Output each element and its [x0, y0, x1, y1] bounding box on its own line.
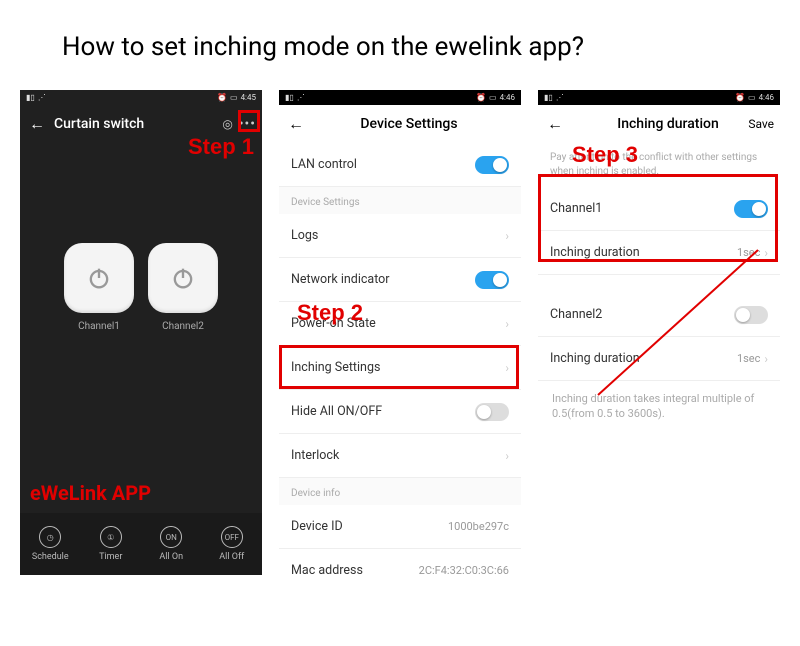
clock-text: 4:46: [759, 93, 774, 102]
row-duration1[interactable]: Inching duration 1sec ›: [538, 231, 780, 275]
row-logs[interactable]: Logs ›: [279, 214, 521, 258]
power-icon: [85, 264, 113, 292]
battery-icon: ▭: [230, 93, 238, 102]
save-button[interactable]: Save: [748, 117, 774, 131]
wifi-icon: ⋰: [556, 93, 564, 102]
back-icon[interactable]: ←: [28, 114, 46, 134]
row-network[interactable]: Network indicator: [279, 258, 521, 302]
row-deviceid: Device ID 1000be297c: [279, 505, 521, 549]
timer-button[interactable]: ① Timer: [81, 513, 142, 575]
wifi-icon: ⋰: [297, 93, 305, 102]
channel2-label: Channel2: [162, 321, 204, 332]
clock-icon: ◷: [39, 526, 61, 548]
page-title: How to set inching mode on the ewelink a…: [0, 0, 800, 62]
row-label: Channel1: [550, 201, 602, 216]
step1-label: Step 1: [188, 134, 254, 160]
alloff-label: All Off: [219, 552, 244, 562]
row-label: Hide All ON/OFF: [291, 404, 382, 419]
battery-icon: ▭: [489, 93, 497, 102]
row-label: Logs: [291, 228, 318, 243]
off-icon: OFF: [221, 526, 243, 548]
clock-text: 4:46: [500, 93, 515, 102]
mac-value: 2C:F4:32:C0:3C:66: [419, 564, 509, 575]
schedule-button[interactable]: ◷ Schedule: [20, 513, 81, 575]
signal-icon: ▮▯: [544, 93, 553, 102]
chevron-right-icon: ›: [764, 352, 768, 366]
row-channel2[interactable]: Channel2: [538, 293, 780, 337]
row-label: Device ID: [291, 519, 343, 534]
back-icon[interactable]: ←: [546, 114, 564, 134]
phone-3: ▮▯⋰ ⏰▭4:46 ← Inching duration Save Pay a…: [538, 90, 780, 575]
chevron-right-icon: ›: [505, 317, 509, 331]
wifi-icon: ⋰: [38, 93, 46, 102]
chevron-right-icon: ›: [764, 246, 768, 260]
row-label: LAN control: [291, 157, 357, 172]
row-inching[interactable]: Inching Settings ›: [279, 346, 521, 390]
row-interlock[interactable]: Interlock ›: [279, 434, 521, 478]
schedule-label: Schedule: [32, 552, 69, 562]
screen-title: Device Settings: [305, 116, 513, 132]
section-settings: Device Settings: [279, 187, 521, 214]
row-label: Inching Settings: [291, 360, 380, 375]
app-label: eWeLink APP: [30, 481, 151, 505]
more-icon[interactable]: •••: [239, 116, 256, 132]
channels-area: Channel1 Channel2: [20, 203, 262, 332]
chevron-right-icon: ›: [505, 361, 509, 375]
alarm-icon: ⏰: [476, 93, 486, 102]
timer-icon: ①: [100, 526, 122, 548]
lan-toggle[interactable]: [475, 156, 509, 174]
duration2-value: 1sec: [737, 352, 760, 365]
on-icon: ON: [160, 526, 182, 548]
row-label: Mac address: [291, 563, 363, 575]
channel2-toggle[interactable]: [734, 306, 768, 324]
row-label: Channel2: [550, 307, 602, 322]
phone-1: ▮▯⋰ ⏰▭4:45 ← Curtain switch ◎ ••• Channe…: [20, 90, 262, 575]
chevron-right-icon: ›: [505, 229, 509, 243]
signal-icon: ▮▯: [285, 93, 294, 102]
duration1-value: 1sec: [737, 246, 760, 259]
signal-icon: ▮▯: [26, 93, 35, 102]
hideall-toggle[interactable]: [475, 403, 509, 421]
target-icon[interactable]: ◎: [222, 117, 232, 131]
section-info: Device info: [279, 478, 521, 505]
row-label: Inching duration: [550, 351, 640, 366]
statusbar: ▮▯⋰ ⏰▭4:45: [20, 90, 262, 105]
row-lan[interactable]: LAN control: [279, 143, 521, 187]
row-label: Interlock: [291, 448, 339, 463]
deviceid-value: 1000be297c: [448, 520, 509, 533]
chevron-right-icon: ›: [505, 449, 509, 463]
timer-label: Timer: [99, 552, 122, 562]
allon-label: All On: [159, 552, 183, 562]
battery-icon: ▭: [748, 93, 756, 102]
row-label: Inching duration: [550, 245, 640, 260]
channel1-toggle[interactable]: [734, 200, 768, 218]
clock-text: 4:45: [241, 93, 256, 102]
screen-title: Inching duration: [564, 116, 772, 132]
allon-button[interactable]: ON All On: [141, 513, 202, 575]
row-hideall[interactable]: Hide All ON/OFF: [279, 390, 521, 434]
step2-label: Step 2: [297, 300, 363, 326]
appbar: ← Device Settings: [279, 105, 521, 143]
row-label: Network indicator: [291, 272, 390, 287]
footnote: Inching duration takes integral multiple…: [538, 381, 780, 432]
power-icon: [169, 264, 197, 292]
channel2-button[interactable]: [148, 243, 218, 313]
alarm-icon: ⏰: [735, 93, 745, 102]
statusbar: ▮▯⋰ ⏰▭4:46: [538, 90, 780, 105]
row-mac: Mac address 2C:F4:32:C0:3C:66: [279, 549, 521, 575]
bottombar: ◷ Schedule ① Timer ON All On OFF All Off: [20, 513, 262, 575]
alarm-icon: ⏰: [217, 93, 227, 102]
row-channel1[interactable]: Channel1: [538, 187, 780, 231]
back-icon[interactable]: ←: [287, 114, 305, 134]
row-duration2[interactable]: Inching duration 1sec ›: [538, 337, 780, 381]
phones-row: ▮▯⋰ ⏰▭4:45 ← Curtain switch ◎ ••• Channe…: [0, 62, 800, 575]
appbar: ← Inching duration Save: [538, 105, 780, 143]
step3-label: Step 3: [572, 142, 638, 168]
channel1-button[interactable]: [64, 243, 134, 313]
channel1-label: Channel1: [78, 321, 120, 332]
alloff-button[interactable]: OFF All Off: [202, 513, 263, 575]
network-toggle[interactable]: [475, 271, 509, 289]
phone-2: ▮▯⋰ ⏰▭4:46 ← Device Settings LAN control…: [279, 90, 521, 575]
statusbar: ▮▯⋰ ⏰▭4:46: [279, 90, 521, 105]
